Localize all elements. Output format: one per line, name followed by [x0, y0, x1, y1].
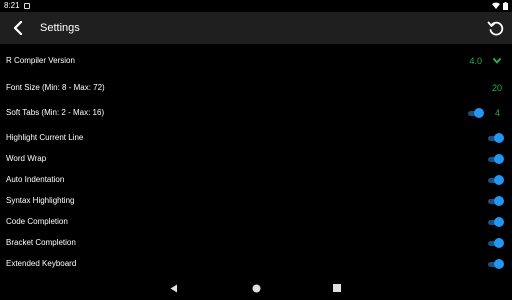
setting-soft-tabs[interactable]: Soft Tabs (Min: 2 - Max: 16) 4: [0, 103, 512, 123]
back-button[interactable]: [8, 18, 28, 38]
code-completion-toggle[interactable]: [488, 217, 504, 227]
bracket-completion-toggle[interactable]: [488, 238, 504, 248]
arrow-back-icon: [13, 21, 23, 35]
soft-tabs-value: 4: [494, 108, 500, 118]
notification-icon: [24, 3, 30, 9]
wifi-icon: [492, 2, 500, 9]
setting-bracket-completion[interactable]: Bracket Completion: [0, 233, 512, 253]
toggle-thumb: [474, 108, 484, 118]
word-wrap-toggle[interactable]: [488, 154, 504, 164]
nav-recents-button[interactable]: [331, 282, 343, 294]
setting-label: R Compiler Version: [6, 56, 75, 65]
setting-label: Syntax Highlighting: [6, 196, 75, 205]
setting-label: Bracket Completion: [6, 238, 76, 247]
setting-label: Highlight Current Line: [6, 133, 84, 142]
toggle-thumb: [494, 238, 504, 248]
toggle-thumb: [494, 175, 504, 185]
nav-home-button[interactable]: [250, 282, 262, 294]
chevron-down-icon[interactable]: [492, 56, 502, 66]
battery-icon: [503, 2, 508, 10]
toggle-thumb: [494, 196, 504, 206]
font-size-value: 20: [491, 83, 502, 93]
setting-label: Font Size (Min: 8 - Max: 72): [6, 83, 105, 92]
nav-recents-icon: [333, 284, 341, 292]
restore-icon: [487, 21, 504, 36]
setting-label: Extended Keyboard: [6, 259, 77, 268]
toggle-thumb: [494, 259, 504, 269]
highlight-current-line-toggle[interactable]: [488, 133, 504, 143]
setting-extended-keyboard[interactable]: Extended Keyboard: [0, 254, 512, 274]
toggle-thumb: [494, 217, 504, 227]
toggle-thumb: [494, 154, 504, 164]
auto-indentation-toggle[interactable]: [488, 175, 504, 185]
page-title: Settings: [40, 22, 80, 34]
setting-highlight-current-line[interactable]: Highlight Current Line: [0, 128, 512, 148]
setting-auto-indentation[interactable]: Auto Indentation: [0, 170, 512, 190]
setting-label: Soft Tabs (Min: 2 - Max: 16): [6, 108, 105, 117]
status-bar: 8:21: [0, 0, 512, 12]
setting-label: Code Completion: [6, 217, 68, 226]
nav-home-icon: [252, 284, 260, 292]
setting-syntax-highlighting[interactable]: Syntax Highlighting: [0, 191, 512, 211]
status-indicators: [492, 2, 508, 10]
setting-code-completion[interactable]: Code Completion: [0, 212, 512, 232]
setting-label: Auto Indentation: [6, 175, 65, 184]
setting-label: Word Wrap: [6, 154, 47, 163]
setting-compiler-version[interactable]: R Compiler Version 4.0: [0, 51, 512, 71]
soft-tabs-toggle[interactable]: [468, 108, 484, 118]
nav-back-icon: [170, 284, 177, 292]
syntax-highlighting-toggle[interactable]: [488, 196, 504, 206]
setting-font-size[interactable]: Font Size (Min: 8 - Max: 72) 20: [0, 78, 512, 98]
toggle-thumb: [494, 133, 504, 143]
navigation-bar: [0, 276, 512, 300]
reset-settings-button[interactable]: [486, 18, 506, 38]
setting-word-wrap[interactable]: Word Wrap: [0, 149, 512, 169]
nav-back-button[interactable]: [168, 282, 180, 294]
app-bar: Settings: [0, 12, 512, 44]
compiler-version-value: 4.0: [469, 56, 482, 66]
extended-keyboard-toggle[interactable]: [488, 259, 504, 269]
status-time: 8:21: [4, 1, 20, 10]
